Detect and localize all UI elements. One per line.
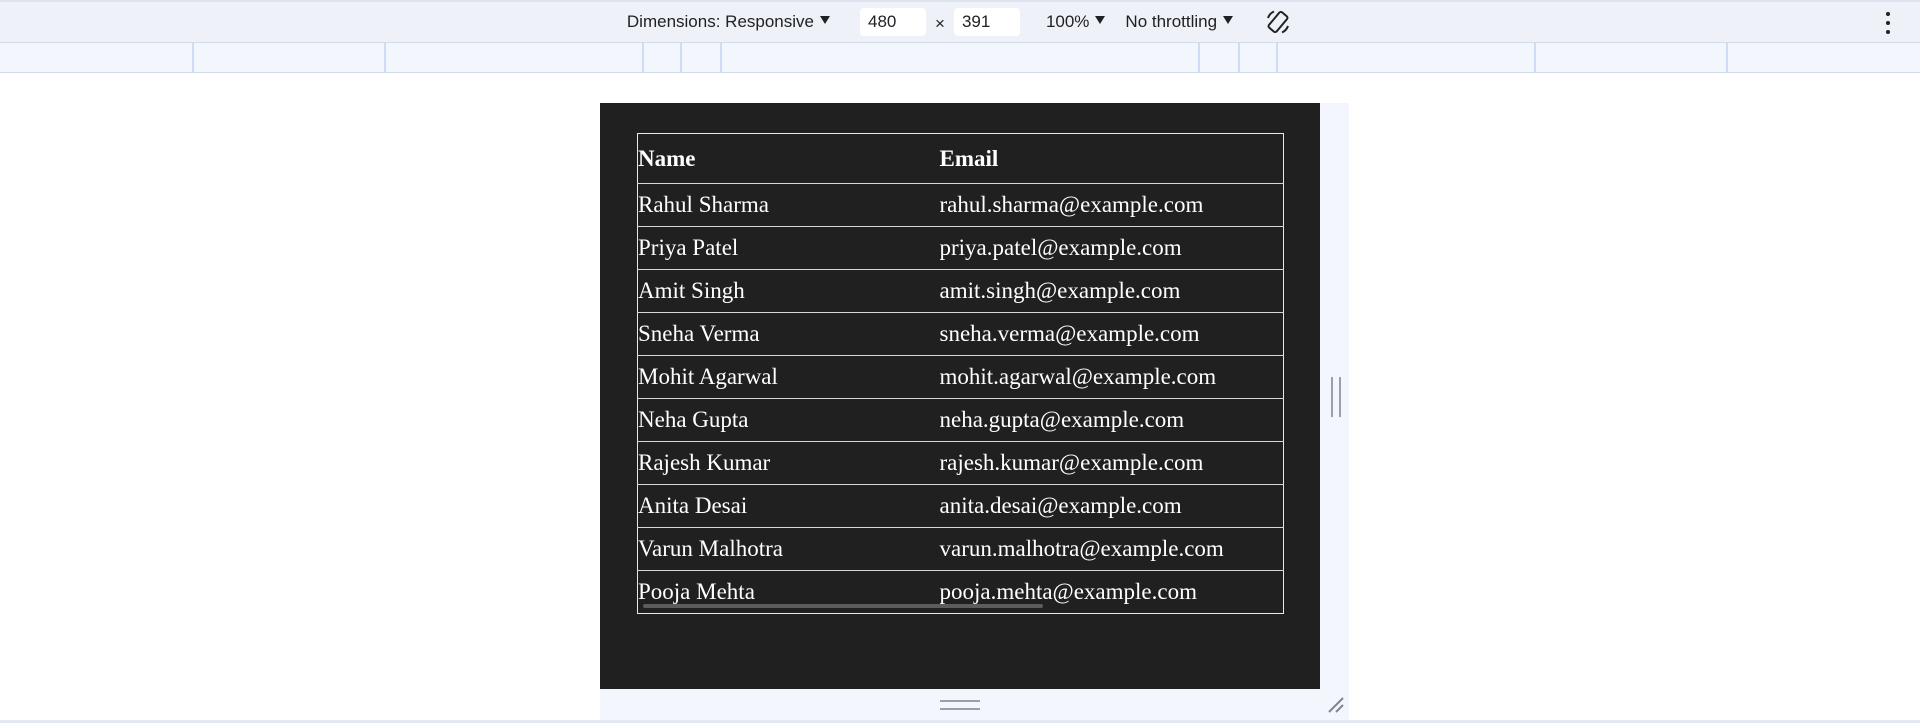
media-query-marker[interactable] bbox=[1276, 43, 1278, 72]
width-input[interactable] bbox=[860, 8, 926, 36]
cell-name: Amit Singh bbox=[637, 269, 940, 313]
caret-down-icon bbox=[820, 16, 830, 24]
more-options-icon-dot bbox=[1886, 12, 1890, 16]
cell-name: Sneha Verma bbox=[637, 312, 940, 356]
table-row: Neha Gupta neha.gupta@example.com bbox=[637, 398, 1284, 442]
cell-email: mohit.agarwal@example.com bbox=[939, 355, 1284, 399]
resize-grip-line bbox=[940, 708, 980, 710]
cell-email: rahul.sharma@example.com bbox=[939, 183, 1284, 227]
device-toolbar-controls: Dimensions: Responsive × 100% No throttl… bbox=[627, 7, 1293, 37]
resize-grip-line bbox=[1339, 377, 1341, 417]
table-row: Sneha Verma sneha.verma@example.com bbox=[637, 312, 1284, 356]
users-table: Name Email Rahul Sharma rahul.sharma@exam… bbox=[637, 133, 1284, 614]
more-options-button[interactable] bbox=[1884, 12, 1892, 34]
cell-email: amit.singh@example.com bbox=[939, 269, 1284, 313]
cell-email: varun.malhotra@example.com bbox=[939, 527, 1284, 571]
table-row: Amit Singh amit.singh@example.com bbox=[637, 269, 1284, 313]
cell-email: sneha.verma@example.com bbox=[939, 312, 1284, 356]
cell-name: Rahul Sharma bbox=[637, 183, 940, 227]
caret-down-icon bbox=[1095, 16, 1106, 24]
media-query-marker[interactable] bbox=[1726, 43, 1728, 72]
cell-name: Varun Malhotra bbox=[637, 527, 940, 571]
cell-name: Neha Gupta bbox=[637, 398, 940, 442]
more-options-icon-dot bbox=[1886, 30, 1890, 34]
rotate-icon bbox=[1267, 10, 1290, 34]
table-row: Rahul Sharma rahul.sharma@example.com bbox=[637, 183, 1284, 227]
media-query-marker[interactable] bbox=[680, 43, 682, 72]
device-toolbar: Dimensions: Responsive × 100% No throttl… bbox=[0, 0, 1920, 43]
media-query-bar bbox=[0, 43, 1920, 73]
cell-email: priya.patel@example.com bbox=[939, 226, 1284, 270]
cell-email: anita.desai@example.com bbox=[939, 484, 1284, 528]
cell-name: Rajesh Kumar bbox=[637, 441, 940, 485]
zoom-label: 100% bbox=[1045, 12, 1090, 31]
device-viewport-frame: Name Email Rahul Sharma rahul.sharma@exam… bbox=[600, 103, 1349, 720]
media-query-marker[interactable] bbox=[1198, 43, 1200, 72]
cell-name: Anita Desai bbox=[637, 484, 940, 528]
device-viewport: Name Email Rahul Sharma rahul.sharma@exam… bbox=[600, 103, 1320, 689]
column-header-name: Name bbox=[637, 133, 940, 184]
media-query-marker[interactable] bbox=[384, 43, 386, 72]
media-query-marker[interactable] bbox=[1534, 43, 1536, 72]
height-input[interactable] bbox=[953, 8, 1020, 36]
resize-grip-line bbox=[1331, 377, 1333, 417]
media-query-marker[interactable] bbox=[642, 43, 644, 72]
cell-name: Mohit Agarwal bbox=[637, 355, 940, 399]
cell-name: Priya Patel bbox=[637, 226, 940, 270]
corner-resize-icon[interactable] bbox=[1327, 696, 1345, 714]
throttling-dropdown[interactable]: No throttling bbox=[1125, 12, 1234, 32]
caret-down-icon bbox=[1223, 16, 1234, 24]
height-resize-handle[interactable] bbox=[940, 700, 980, 710]
zoom-dropdown[interactable]: 100% bbox=[1045, 12, 1106, 32]
cell-email: rajesh.kumar@example.com bbox=[939, 441, 1284, 485]
media-query-marker[interactable] bbox=[192, 43, 194, 72]
width-resize-handle[interactable] bbox=[1331, 377, 1341, 417]
column-header-email: Email bbox=[939, 133, 1284, 184]
table-row: Rajesh Kumar rajesh.kumar@example.com bbox=[637, 441, 1284, 485]
table-row: Mohit Agarwal mohit.agarwal@example.com bbox=[637, 355, 1284, 399]
media-query-marker[interactable] bbox=[1238, 43, 1240, 72]
horizontal-scrollbar[interactable] bbox=[643, 604, 1043, 608]
dimensions-label: Dimensions: Responsive bbox=[626, 12, 814, 31]
resize-grip-line bbox=[940, 700, 980, 702]
rotate-button[interactable] bbox=[1263, 7, 1293, 37]
table-row: Anita Desai anita.desai@example.com bbox=[637, 484, 1284, 528]
throttling-label: No throttling bbox=[1125, 12, 1218, 31]
media-query-marker[interactable] bbox=[720, 43, 722, 72]
dimensions-dropdown[interactable]: Dimensions: Responsive bbox=[627, 12, 830, 32]
table-header-row: Name Email bbox=[637, 133, 1284, 184]
table-row: Varun Malhotra varun.malhotra@example.com bbox=[637, 527, 1284, 571]
more-options-icon-dot bbox=[1886, 21, 1890, 25]
times-symbol: × bbox=[935, 14, 945, 33]
cell-email: neha.gupta@example.com bbox=[939, 398, 1284, 442]
table-row: Priya Patel priya.patel@example.com bbox=[637, 226, 1284, 270]
